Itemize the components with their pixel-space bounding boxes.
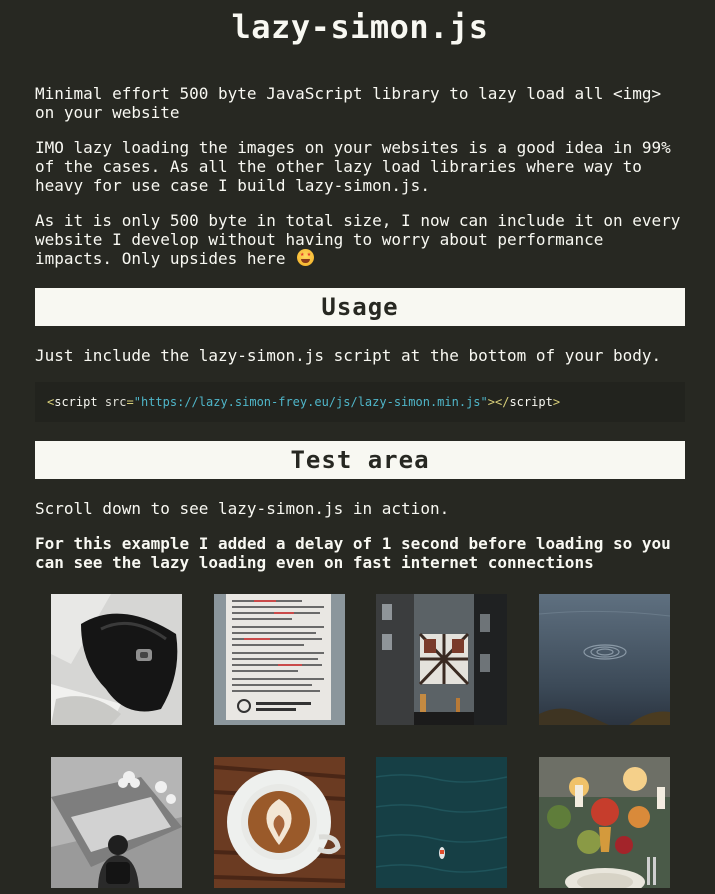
code-punctuation: = (126, 395, 134, 409)
lazy-image-ocean-boat (376, 757, 507, 888)
code-string-quote: " (480, 395, 488, 409)
test-area-note: For this example I added a delay of 1 se… (35, 534, 671, 572)
code-tag: script (54, 395, 98, 409)
code-string: https://lazy.simon-frey.eu/js/lazy-simon… (140, 395, 481, 409)
intro-paragraph-3-text: As it is only 500 byte in total size, I … (35, 211, 681, 268)
lazy-image-cards-person (51, 757, 182, 888)
star-struck-emoji-icon (297, 249, 315, 266)
page-title: lazy-simon.js (231, 8, 489, 46)
intro-paragraph-3: As it is only 500 byte in total size, I … (35, 211, 685, 268)
lazy-image-dinner-table (539, 757, 670, 888)
intro-paragraph-2: IMO lazy loading the images on your webs… (35, 138, 671, 195)
usage-text: Just include the lazy-simon.js script at… (35, 346, 662, 365)
test-area-heading: Test area (35, 441, 685, 479)
code-string-quote: " (133, 395, 141, 409)
test-area-text: Scroll down to see lazy-simon.js in acti… (35, 499, 450, 518)
lazy-image-water-ripple (539, 594, 670, 725)
code-punctuation: ></ (487, 395, 510, 409)
code-snippet[interactable]: <script src="https://lazy.simon-frey.eu/… (35, 382, 685, 422)
lazy-image-alley (376, 594, 507, 725)
code-tag: script (509, 395, 553, 409)
code-punctuation: > (552, 395, 561, 409)
code-attribute: src (97, 395, 127, 409)
page: lazy-simon.js Minimal effort 500 byte Ja… (0, 0, 715, 572)
lazy-image-poster (214, 594, 345, 725)
image-grid (51, 594, 670, 894)
lazy-image-handbag (51, 594, 182, 725)
lazy-image-latte (214, 757, 345, 888)
intro-paragraph-1: Minimal effort 500 byte JavaScript libra… (35, 84, 662, 122)
usage-heading: Usage (35, 288, 685, 326)
